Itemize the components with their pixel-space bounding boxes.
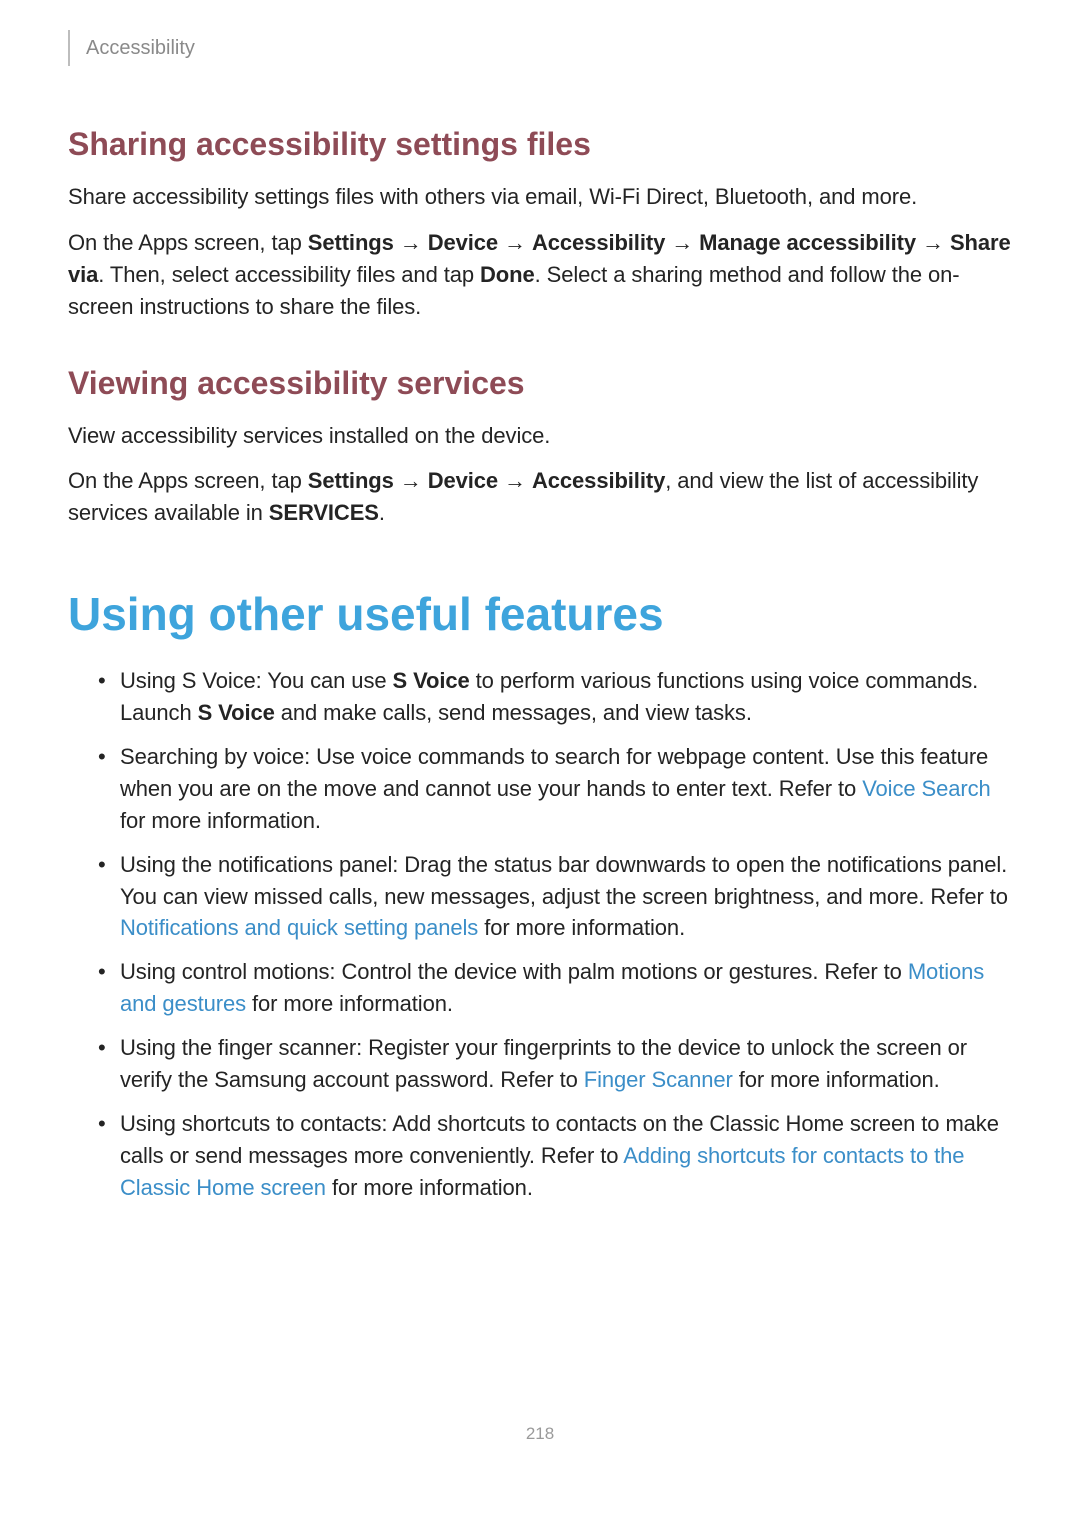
section2-para1: View accessibility services installed on… — [68, 420, 1012, 452]
page-title-useful-features: Using other useful features — [68, 587, 1012, 641]
text-run: for more information. — [120, 808, 321, 833]
text-run: for more information. — [246, 991, 453, 1016]
section-viewing: Viewing accessibility services View acce… — [68, 365, 1012, 530]
arrow-separator: → — [498, 230, 532, 255]
arrow-separator: → — [394, 468, 428, 493]
text-run: for more information. — [733, 1067, 940, 1092]
arrow-separator: → — [498, 468, 532, 493]
settings-label: Settings — [308, 468, 394, 493]
link-run[interactable]: Finger Scanner — [584, 1067, 733, 1092]
text-run: Using the notifications panel: Drag the … — [120, 852, 1008, 909]
text-run: Searching by voice: Use voice commands t… — [120, 744, 988, 801]
text-run: and make calls, send messages, and view … — [275, 700, 752, 725]
list-item: Using the finger scanner: Register your … — [98, 1032, 1012, 1096]
arrow-separator: → — [394, 230, 428, 255]
services-label: SERVICES — [269, 500, 379, 525]
bold-run: S Voice — [198, 700, 275, 725]
text-run: Using S Voice: You can use — [120, 668, 393, 693]
text-run: On the Apps screen, tap — [68, 468, 308, 493]
list-item: Using control motions: Control the devic… — [98, 956, 1012, 1020]
text-run: . — [379, 500, 385, 525]
text-run: On the Apps screen, tap — [68, 230, 308, 255]
list-item: Using the notifications panel: Drag the … — [98, 849, 1012, 945]
accessibility-label: Accessibility — [532, 230, 665, 255]
link-run[interactable]: Notifications and quick setting panels — [120, 915, 478, 940]
section-sharing: Sharing accessibility settings files Sha… — [68, 126, 1012, 323]
text-run: for more information. — [478, 915, 685, 940]
list-item: Using shortcuts to contacts: Add shortcu… — [98, 1108, 1012, 1204]
device-label: Device — [428, 230, 498, 255]
header-row: Accessibility — [68, 30, 1012, 66]
settings-label: Settings — [308, 230, 394, 255]
text-run: Using control motions: Control the devic… — [120, 959, 908, 984]
bold-run: S Voice — [393, 668, 470, 693]
text-run: . Then, select accessibility files and t… — [98, 262, 480, 287]
breadcrumb: Accessibility — [86, 37, 195, 60]
section2-para2: On the Apps screen, tap Settings → Devic… — [68, 465, 1012, 529]
section1-para2: On the Apps screen, tap Settings → Devic… — [68, 227, 1012, 323]
section-title-sharing: Sharing accessibility settings files — [68, 126, 1012, 163]
accessibility-label: Accessibility — [532, 468, 665, 493]
list-item: Using S Voice: You can use S Voice to pe… — [98, 665, 1012, 729]
device-label: Device — [428, 468, 498, 493]
header-divider — [68, 30, 70, 66]
text-run: for more information. — [326, 1175, 533, 1200]
link-run[interactable]: Voice Search — [862, 776, 990, 801]
done-label: Done — [480, 262, 535, 287]
list-item: Searching by voice: Use voice commands t… — [98, 741, 1012, 837]
feature-list: Using S Voice: You can use S Voice to pe… — [98, 665, 1012, 1203]
section-title-viewing: Viewing accessibility services — [68, 365, 1012, 402]
manage-accessibility-label: Manage accessibility — [699, 230, 916, 255]
section1-para1: Share accessibility settings files with … — [68, 181, 1012, 213]
arrow-separator: → — [665, 230, 699, 255]
page-number: 218 — [68, 1424, 1012, 1444]
arrow-separator: → — [916, 230, 950, 255]
